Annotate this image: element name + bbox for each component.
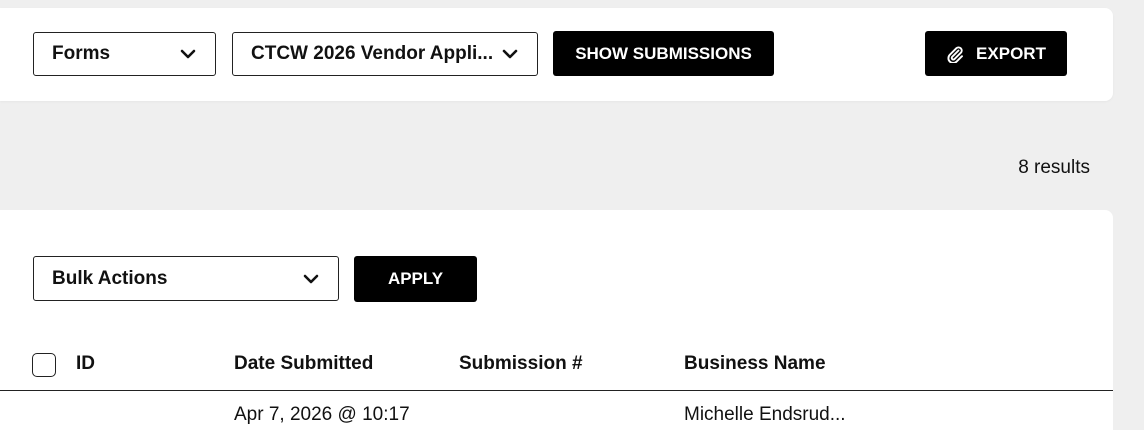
form-dropdown-label: CTCW 2026 Vendor Appli... [251, 43, 494, 64]
column-header-id[interactable]: ID [76, 353, 95, 375]
table-cell-date: Apr 7, 2026 @ 10:17 [234, 404, 410, 425]
show-submissions-label: SHOW SUBMISSIONS [575, 43, 752, 63]
bulk-actions-dropdown[interactable]: Bulk Actions [33, 256, 339, 301]
column-header-business-name[interactable]: Business Name [684, 353, 826, 375]
paperclip-icon [947, 45, 963, 63]
submissions-panel [0, 210, 1113, 430]
chevron-down-icon [303, 274, 319, 283]
select-all-checkbox[interactable] [32, 353, 56, 377]
chevron-down-icon [502, 49, 518, 59]
table-cell-business-name: Michelle Endsrud... [684, 404, 846, 425]
bulk-actions-label: Bulk Actions [52, 267, 168, 289]
export-button[interactable]: EXPORT [925, 31, 1067, 76]
column-header-submission-number[interactable]: Submission # [459, 353, 583, 375]
chevron-down-icon [180, 49, 196, 59]
table-header-divider [0, 390, 1113, 391]
results-count: 8 results [1018, 157, 1090, 178]
form-dropdown[interactable]: CTCW 2026 Vendor Appli... [232, 32, 538, 76]
apply-label: APPLY [387, 269, 444, 288]
show-submissions-button[interactable]: SHOW SUBMISSIONS [553, 31, 774, 76]
forms-dropdown-label: Forms [52, 43, 111, 64]
apply-button[interactable]: APPLY [354, 256, 477, 302]
export-label: EXPORT [976, 43, 1046, 63]
forms-dropdown[interactable]: Forms [33, 32, 216, 76]
column-header-date-submitted[interactable]: Date Submitted [234, 353, 373, 375]
